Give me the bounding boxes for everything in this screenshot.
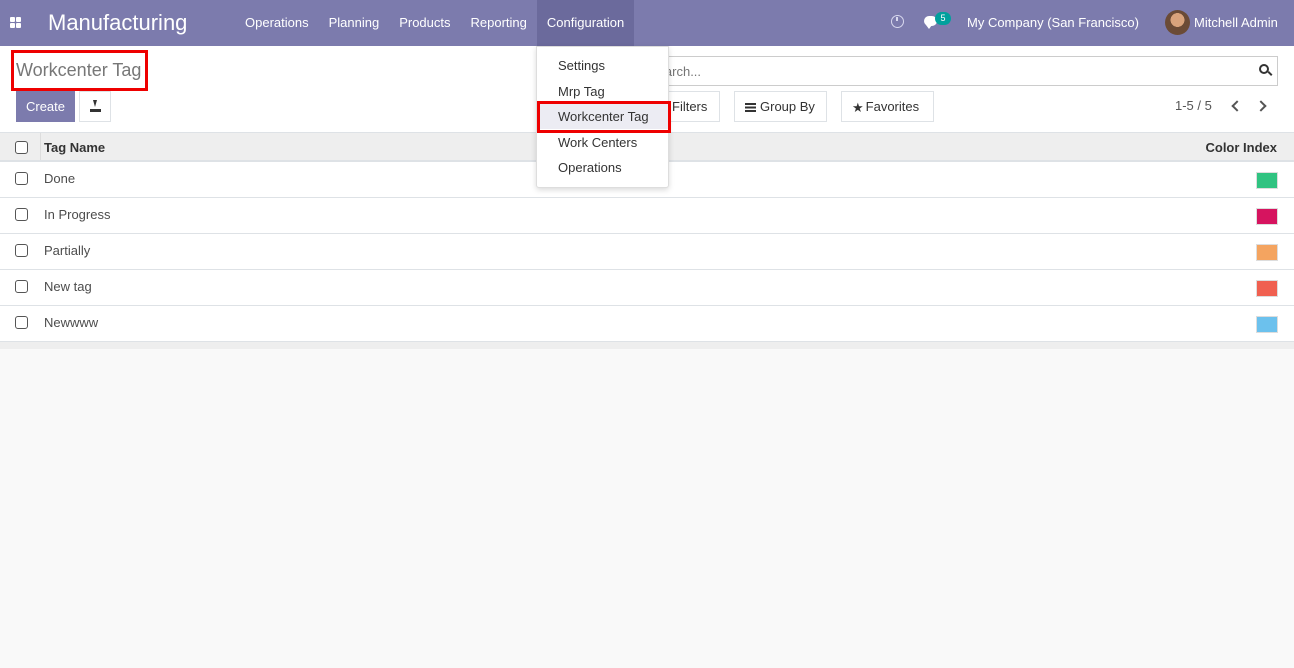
color-swatch (1256, 208, 1278, 225)
chevron-right-icon[interactable] (1257, 99, 1267, 113)
tag-name-cell: In Progress (44, 207, 111, 222)
download-icon (90, 100, 101, 112)
header-divider (40, 133, 41, 160)
color-swatch (1256, 172, 1278, 189)
title-highlight-box (11, 50, 148, 91)
menu-configuration[interactable]: Configuration (536, 0, 635, 46)
bars-icon (745, 103, 756, 113)
row-checkbox[interactable] (15, 172, 28, 185)
search-input[interactable] (641, 57, 1241, 85)
table-row[interactable]: Newwww (0, 306, 1294, 342)
group-by-button[interactable]: Group By (734, 91, 827, 122)
column-header-color-index[interactable]: Color Index (1205, 140, 1277, 155)
tag-name-cell: Partially (44, 243, 91, 258)
apps-menu-icon[interactable] (10, 17, 22, 28)
column-header-tag-name[interactable]: Tag Name (44, 140, 105, 155)
app-brand[interactable]: Manufacturing (48, 10, 187, 36)
top-navbar: Manufacturing Operations Planning Produc… (0, 0, 1294, 46)
dropdown-item-operations[interactable]: Operations (537, 155, 668, 180)
row-checkbox[interactable] (15, 244, 28, 257)
dropdown-item-work-centers[interactable]: Work Centers (537, 130, 668, 155)
color-swatch (1256, 244, 1278, 261)
table-row[interactable]: In Progress (0, 198, 1294, 234)
dropdown-item-settings[interactable]: Settings (537, 53, 668, 78)
chevron-left-icon[interactable] (1230, 99, 1240, 113)
user-avatar[interactable] (1165, 10, 1190, 35)
company-switcher[interactable]: My Company (San Francisco) (967, 15, 1139, 30)
export-button[interactable] (79, 91, 111, 122)
search-icon[interactable] (1259, 64, 1269, 74)
user-menu[interactable]: Mitchell Admin (1194, 15, 1278, 30)
select-all-checkbox[interactable] (15, 141, 28, 154)
menu-planning[interactable]: Planning (319, 0, 390, 46)
search-box (640, 56, 1278, 86)
row-checkbox[interactable] (15, 280, 28, 293)
main-menu: Operations Planning Products Reporting C… (235, 0, 635, 46)
color-swatch (1256, 280, 1278, 297)
tag-name-cell: Done (44, 171, 76, 186)
dropdown-highlight-box (537, 101, 671, 133)
filters-label: Filters (672, 99, 708, 114)
activity-clock-icon[interactable] (891, 15, 904, 28)
messages-badge: 5 (935, 12, 951, 25)
create-button[interactable]: Create (16, 91, 75, 122)
tag-name-cell: Newwww (44, 315, 99, 330)
tag-name-cell: New tag (44, 279, 92, 294)
favorites-label: Favorites (865, 99, 920, 114)
menu-reporting[interactable]: Reporting (461, 0, 537, 46)
table-row[interactable]: Partially (0, 234, 1294, 270)
list-footer (0, 342, 1294, 349)
favorites-button[interactable]: ★ Favorites (841, 91, 934, 122)
row-checkbox[interactable] (15, 208, 28, 221)
menu-products[interactable]: Products (389, 0, 460, 46)
menu-operations[interactable]: Operations (235, 0, 319, 46)
group-by-label: Group By (760, 99, 815, 114)
row-checkbox[interactable] (15, 316, 28, 329)
table-row[interactable]: New tag (0, 270, 1294, 306)
pager-value[interactable]: 1-5 / 5 (1175, 98, 1212, 113)
color-swatch (1256, 316, 1278, 333)
star-icon: ★ (852, 100, 864, 116)
